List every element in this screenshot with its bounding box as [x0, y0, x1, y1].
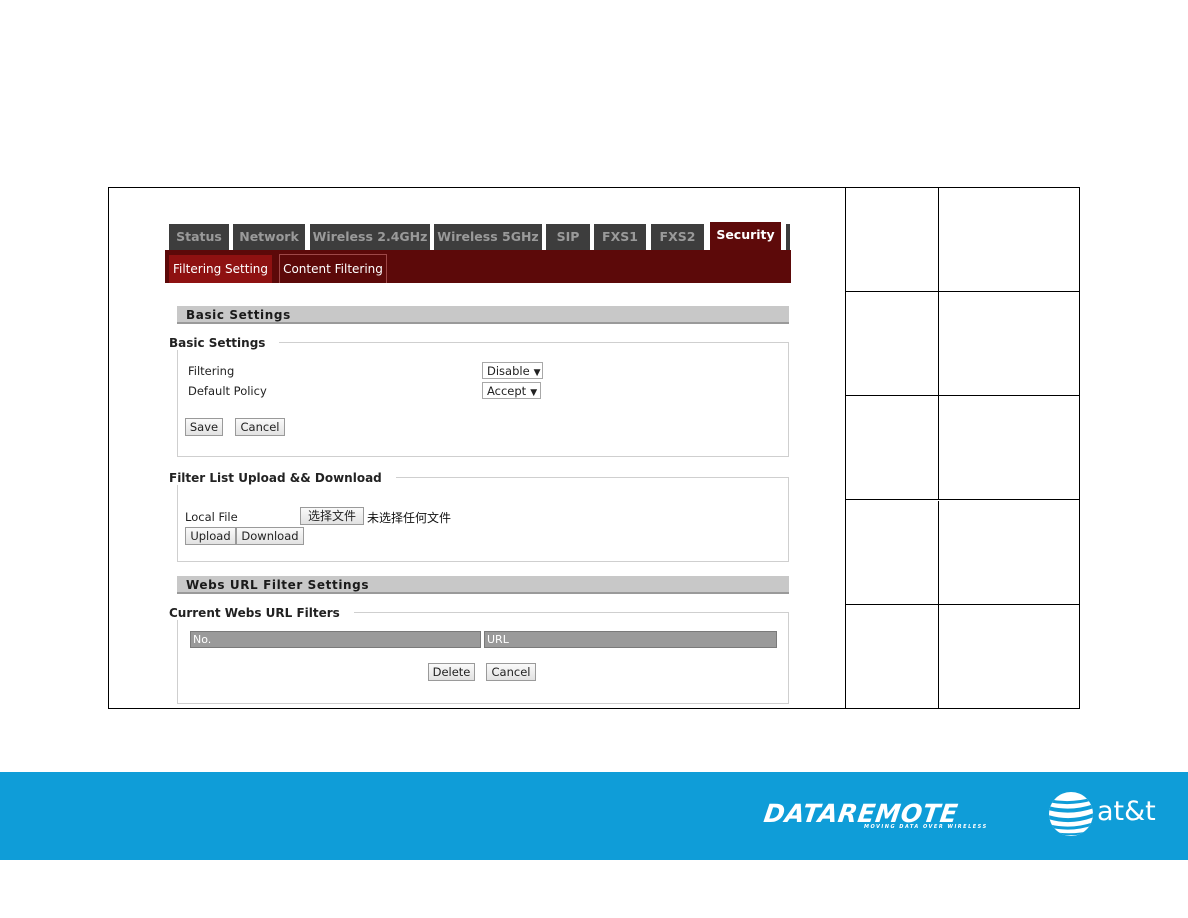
default-policy-label: Default Policy: [188, 384, 267, 398]
side-table-cell: [846, 396, 939, 499]
subtab-content-filtering[interactable]: Content Filtering: [279, 254, 387, 283]
slide-frame-table: Status Network Wireless 2.4GHz Wireless …: [108, 187, 1080, 709]
filtering-label: Filtering: [188, 364, 235, 378]
side-table-cell: [846, 501, 939, 604]
side-table-row: [846, 292, 1079, 396]
side-table-cell: [939, 501, 1079, 604]
column-header-url: URL: [484, 631, 777, 648]
main-tab-bar: Status Network Wireless 2.4GHz Wireless …: [169, 222, 793, 250]
basic-cancel-button[interactable]: Cancel: [235, 418, 285, 436]
side-table-row: [846, 605, 1079, 709]
side-table-cell: [939, 292, 1079, 395]
delete-button[interactable]: Delete: [428, 663, 475, 681]
tab-fxs2[interactable]: FXS2: [651, 224, 704, 250]
tab-network[interactable]: Network: [233, 224, 305, 250]
side-table-row: [846, 188, 1079, 292]
att-brand-text: at&t: [1097, 796, 1156, 827]
side-table-cell: [939, 605, 1079, 709]
screenshot-cell: Status Network Wireless 2.4GHz Wireless …: [109, 188, 846, 708]
dropdown-arrow-icon: ▼: [530, 388, 538, 398]
side-table: [846, 188, 1079, 709]
filter-list-fieldset: [177, 477, 789, 562]
filtering-select[interactable]: Disable ▼: [482, 362, 543, 379]
default-policy-select-value: Accept: [487, 384, 527, 398]
side-table-cell: [939, 188, 1079, 291]
filter-list-legend: Filter List Upload && Download: [169, 471, 396, 485]
dataremote-tagline: MOVING DATA OVER WIRELESS: [864, 824, 988, 830]
subtab-filtering-setting[interactable]: Filtering Setting: [169, 255, 272, 283]
side-table-cell: [939, 396, 1079, 499]
url-cancel-button[interactable]: Cancel: [486, 663, 536, 681]
basic-settings-fieldset: [177, 342, 789, 457]
sub-tab-bar: Filtering Setting Content Filtering: [165, 250, 791, 283]
local-file-label: Local File: [185, 510, 238, 524]
side-table-cell: [846, 292, 939, 395]
save-button[interactable]: Save: [185, 418, 223, 436]
basic-settings-header: Basic Settings: [177, 306, 789, 324]
tab-status[interactable]: Status: [169, 224, 229, 250]
choose-file-button[interactable]: 选择文件: [300, 507, 364, 525]
tab-wireless-24ghz[interactable]: Wireless 2.4GHz: [310, 224, 430, 250]
download-button[interactable]: Download: [236, 527, 304, 545]
footer-banner: DATAREMOTE MOVING DATA OVER WIRELESS at&…: [0, 772, 1188, 860]
url-filter-settings-header: Webs URL Filter Settings: [177, 576, 789, 594]
upload-button[interactable]: Upload: [185, 527, 236, 545]
side-table-row: [846, 501, 1079, 605]
default-policy-select[interactable]: Accept ▼: [482, 382, 541, 399]
filtering-select-value: Disable: [487, 364, 530, 378]
tab-security[interactable]: Security: [710, 222, 781, 250]
tab-sip[interactable]: SIP: [546, 224, 590, 250]
url-filters-fieldset: No. URL: [177, 612, 789, 704]
tab-fxs1[interactable]: FXS1: [594, 224, 646, 250]
side-table-cell: [846, 605, 939, 709]
column-header-no: No.: [190, 631, 481, 648]
dropdown-arrow-icon: ▼: [533, 368, 541, 378]
side-table-row: [846, 396, 1079, 500]
att-globe-icon: [1049, 792, 1093, 836]
tab-wireless-5ghz[interactable]: Wireless 5GHz: [434, 224, 542, 250]
url-filters-legend: Current Webs URL Filters: [169, 606, 354, 620]
basic-settings-legend: Basic Settings: [169, 336, 280, 350]
side-table-cell: [846, 188, 939, 291]
dataremote-logo: DATAREMOTE MOVING DATA OVER WIRELESS: [762, 799, 1000, 832]
tab-overflow-edge: [786, 224, 790, 250]
no-file-chosen-text: 未选择任何文件: [367, 511, 452, 525]
